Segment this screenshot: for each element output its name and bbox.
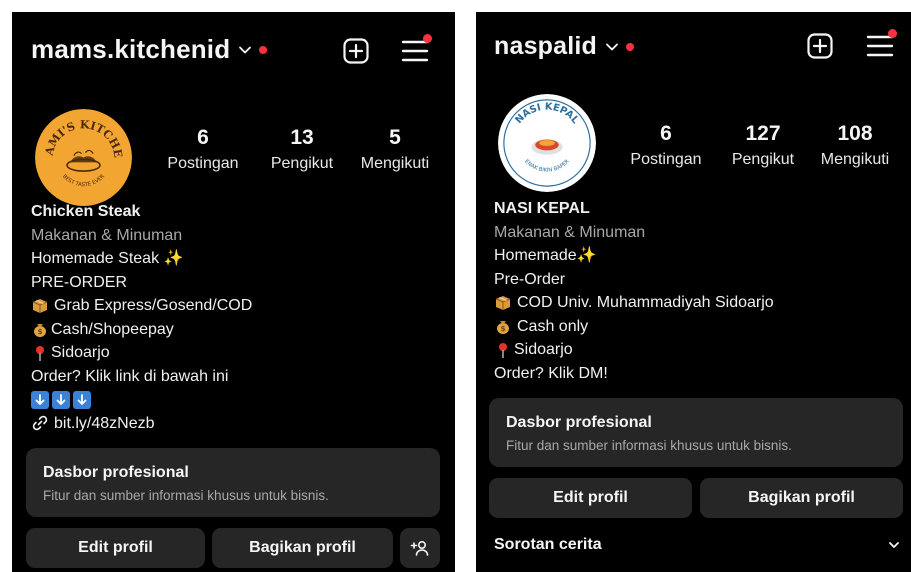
chevron-down-icon <box>238 43 252 57</box>
profile-panel-mams-kitchenid: mams.kitchenid MAMI'S KITCHEN BEST <box>12 12 455 572</box>
stat-following[interactable]: 108 Mengikuti <box>809 122 901 169</box>
profile-bio: Chicken Steak Makanan & Minuman Homemade… <box>31 200 252 435</box>
category-label: Makanan & Minuman <box>31 226 183 244</box>
username: mams.kitchenid <box>31 34 231 64</box>
money-bag-icon: $ <box>494 317 512 335</box>
svg-text:$: $ <box>501 325 506 333</box>
bio-line: Order? Klik link di bawah ini <box>31 367 229 385</box>
bio-line: Homemade Steak ✨ <box>31 250 184 267</box>
following-label: Mengikuti <box>820 151 890 168</box>
add-person-button[interactable] <box>400 528 440 568</box>
package-icon <box>31 297 49 315</box>
stat-followers[interactable]: 13 Pengikut <box>255 126 349 173</box>
category-label: Makanan & Minuman <box>494 223 646 241</box>
profile-header: naspalid <box>476 12 911 82</box>
bio-line: Pre-Order <box>494 270 566 288</box>
dashboard-subtitle: Fitur dan sumber informasi khusus untuk … <box>506 438 792 453</box>
menu-button[interactable] <box>866 29 897 60</box>
svg-text:$: $ <box>38 328 43 336</box>
pin-icon <box>494 341 512 359</box>
posts-count: 6 <box>660 122 672 145</box>
profile-stats: 6 Postingan 127 Pengikut 108 Mengikuti <box>626 122 901 169</box>
new-post-button[interactable] <box>806 32 834 60</box>
account-switcher[interactable]: mams.kitchenid <box>31 34 268 65</box>
highlights-title: Sorotan cerita <box>494 536 602 553</box>
share-profile-button[interactable]: Bagikan profil <box>700 478 903 518</box>
bio-line-location: Sidoarjo <box>31 341 252 365</box>
dashboard-title: Dasbor profesional <box>43 464 189 481</box>
followers-count: 127 <box>745 122 781 145</box>
following-count: 5 <box>389 126 401 149</box>
bio-link[interactable]: bit.ly/48zNezb <box>31 412 252 436</box>
arrow-emojis <box>31 388 252 412</box>
profile-panel-naspalid: naspalid NASI KEPAL ENAK BIKIN BAPER 6 P… <box>476 12 911 572</box>
display-name: NASI KEPAL <box>494 200 590 217</box>
posts-count: 6 <box>197 126 209 149</box>
new-post-button[interactable] <box>342 37 370 65</box>
notification-dot <box>259 45 268 54</box>
avatar[interactable]: MAMI'S KITCHEN BEST TASTE EVER <box>35 109 132 206</box>
bio-line: Homemade✨ <box>494 247 597 264</box>
bio-line-payment: $ Cash only <box>494 315 774 339</box>
avatar[interactable]: NASI KEPAL ENAK BIKIN BAPER <box>498 94 596 192</box>
chevron-down-icon <box>605 40 619 54</box>
plus-square-icon <box>807 33 833 59</box>
stat-posts[interactable]: 6 Postingan <box>626 122 706 169</box>
bio-line: PRE-ORDER <box>31 273 128 291</box>
followers-label: Pengikut <box>731 151 795 168</box>
following-count: 108 <box>837 122 873 145</box>
story-highlights-toggle[interactable]: Sorotan cerita <box>494 536 900 554</box>
username: naspalid <box>494 32 598 60</box>
dashboard-title: Dasbor profesional <box>506 414 652 431</box>
edit-profile-button[interactable]: Edit profil <box>489 478 692 518</box>
profile-header: mams.kitchenid <box>12 12 455 82</box>
money-bag-icon: $ <box>31 320 49 338</box>
bio-line-delivery: COD Univ. Muhammadiyah Sidoarjo <box>494 291 774 315</box>
notification-dot <box>888 29 897 38</box>
dashboard-subtitle: Fitur dan sumber informasi khusus untuk … <box>43 488 329 503</box>
menu-button[interactable] <box>401 34 432 65</box>
posts-label: Postingan <box>167 155 239 172</box>
stat-followers[interactable]: 127 Pengikut <box>717 122 809 169</box>
down-arrow-icon <box>31 390 49 409</box>
plus-square-icon <box>343 38 369 64</box>
mamis-kitchen-logo: MAMI'S KITCHEN BEST TASTE EVER <box>35 109 132 206</box>
professional-dashboard-card[interactable]: Dasbor profesional Fitur dan sumber info… <box>26 448 440 517</box>
pin-icon <box>31 344 49 362</box>
down-arrow-icon <box>52 390 70 409</box>
professional-dashboard-card[interactable]: Dasbor profesional Fitur dan sumber info… <box>489 398 903 467</box>
bio-line-delivery: Grab Express/Gosend/COD <box>31 294 252 318</box>
bio-line-location: Sidoarjo <box>494 338 774 362</box>
followers-count: 13 <box>290 126 314 149</box>
profile-bio: NASI KEPAL Makanan & Minuman Homemade✨ P… <box>494 197 774 385</box>
posts-label: Postingan <box>630 151 702 168</box>
add-person-icon <box>410 540 429 556</box>
stat-following[interactable]: 5 Mengikuti <box>349 126 441 173</box>
package-icon <box>494 294 512 312</box>
following-label: Mengikuti <box>360 155 430 172</box>
chevron-down-icon <box>889 542 899 548</box>
down-arrow-icon <box>73 390 91 409</box>
notification-dot <box>423 34 432 43</box>
profile-stats: 6 Postingan 13 Pengikut 5 Mengikuti <box>162 126 441 173</box>
account-switcher[interactable]: naspalid <box>494 32 635 61</box>
bio-line: Order? Klik DM! <box>494 364 608 382</box>
edit-profile-button[interactable]: Edit profil <box>26 528 205 568</box>
followers-label: Pengikut <box>270 155 334 172</box>
display-name: Chicken Steak <box>31 203 141 220</box>
bio-line-payment: $ Cash/Shopeepay <box>31 318 252 342</box>
share-profile-button[interactable]: Bagikan profil <box>212 528 393 568</box>
link-icon <box>31 414 49 432</box>
notification-dot <box>626 42 635 51</box>
stat-posts[interactable]: 6 Postingan <box>162 126 244 173</box>
nasi-kepal-logo: NASI KEPAL ENAK BIKIN BAPER <box>498 94 596 192</box>
